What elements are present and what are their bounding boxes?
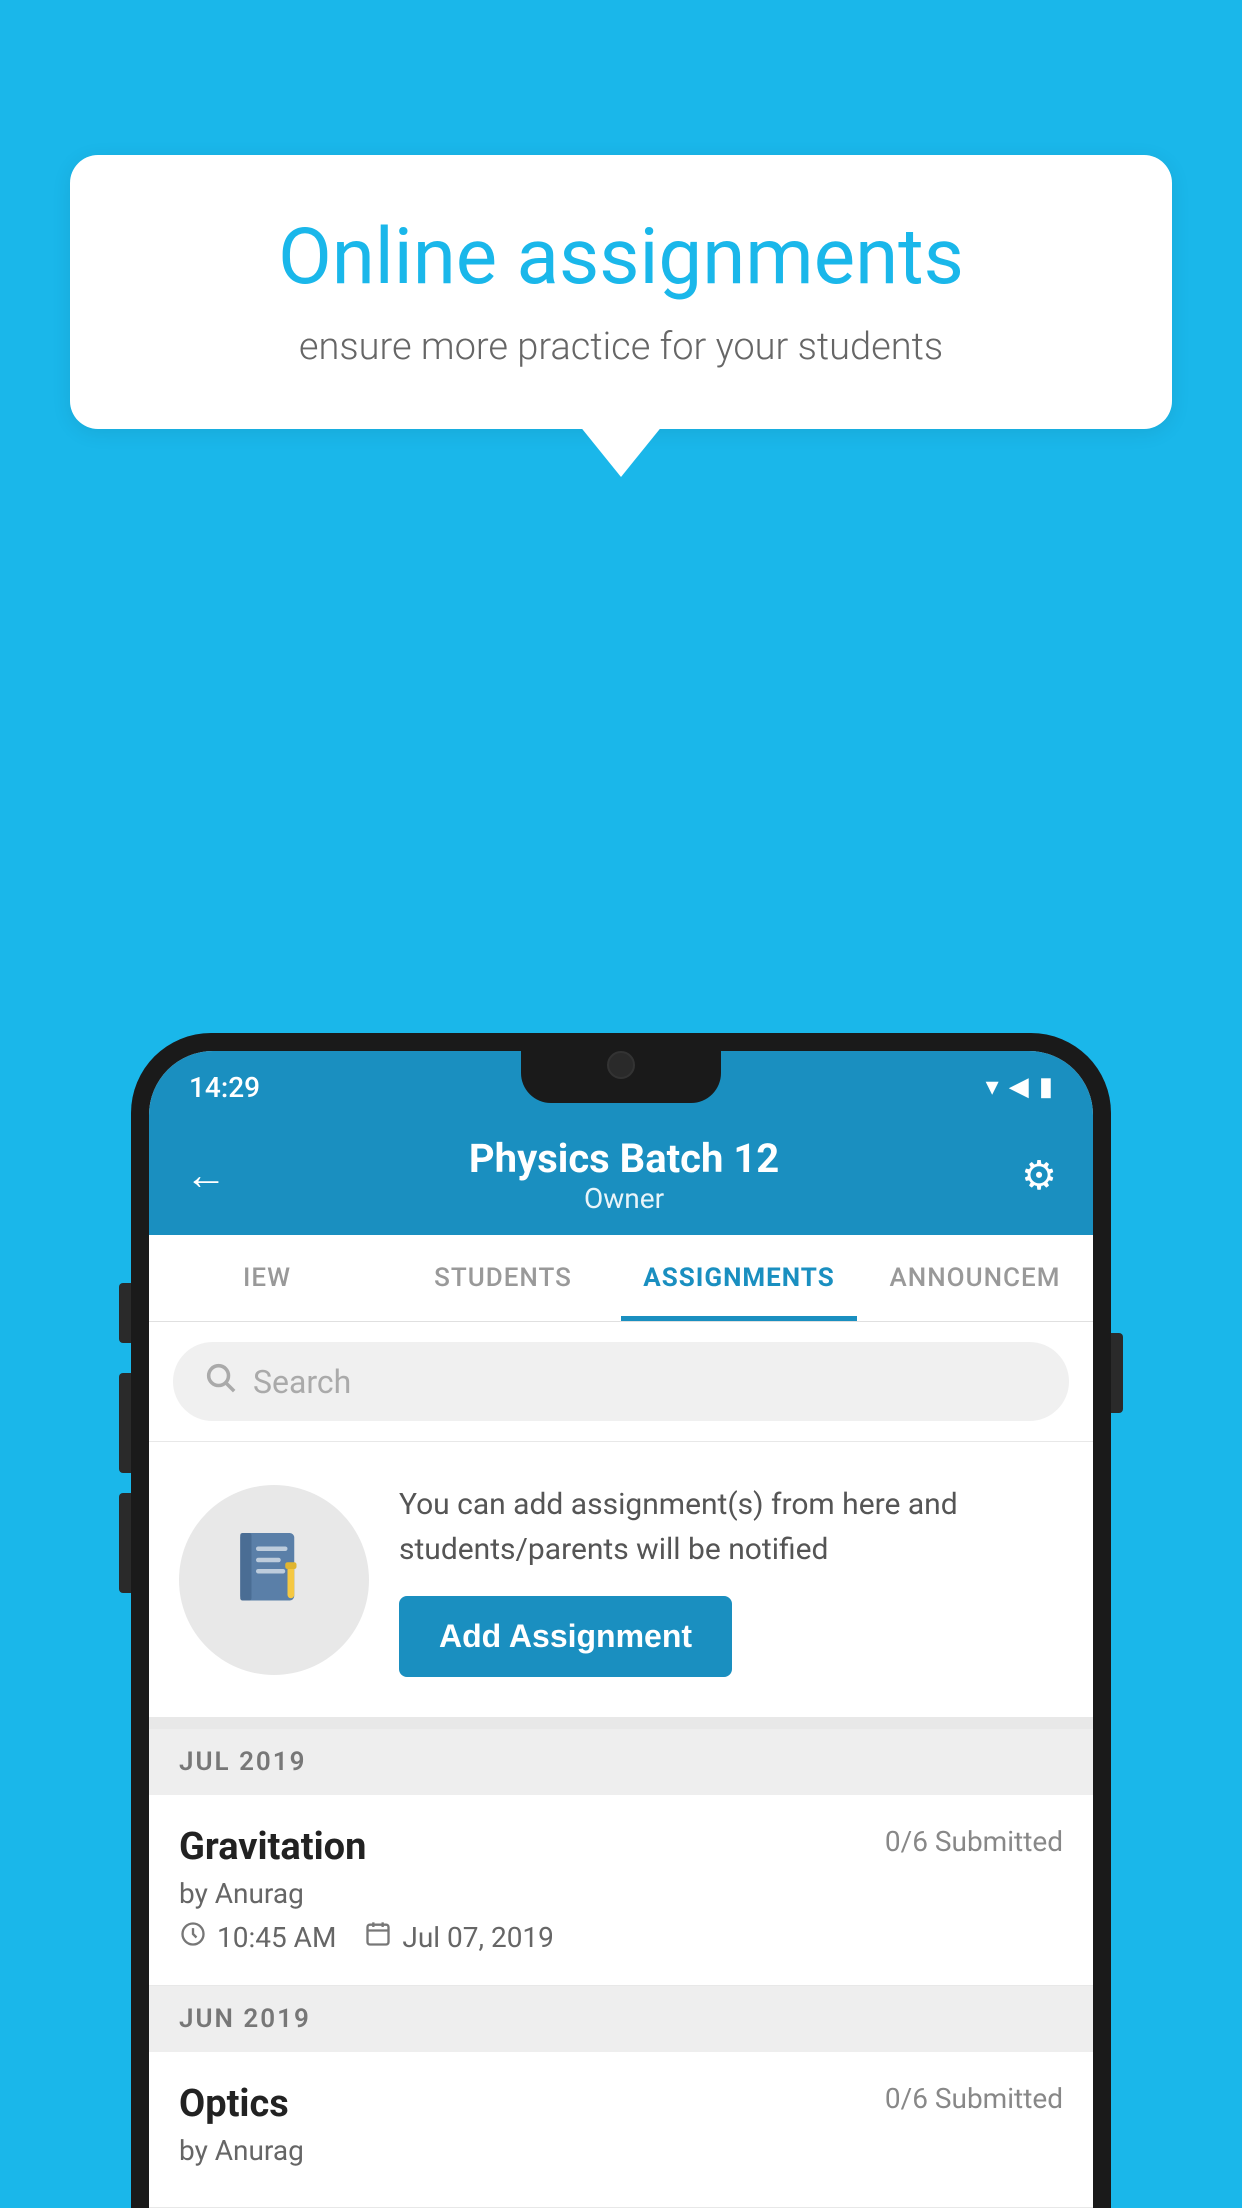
bubble-title: Online assignments [140, 215, 1102, 301]
assignment-icon-circle [179, 1485, 369, 1675]
optics-author: by Anurag [179, 2134, 1063, 2167]
wifi-icon: ▾ [986, 1072, 999, 1102]
settings-button[interactable]: ⚙ [1021, 1152, 1057, 1199]
speech-bubble: Online assignments ensure more practice … [70, 155, 1172, 429]
add-assignment-button[interactable]: Add Assignment [399, 1596, 732, 1677]
meta-date: Jul 07, 2019 [364, 1920, 554, 1955]
back-button[interactable]: ← [185, 1151, 227, 1200]
month-separator-jul: JUL 2019 [149, 1729, 1093, 1795]
tab-students[interactable]: STUDENTS [385, 1235, 621, 1321]
volume-up-button [119, 1283, 131, 1343]
clock-icon [179, 1920, 207, 1955]
phone-outer: 14:29 ▾ ◀ ▮ ← Physics Batch 12 Owner ⚙ [131, 1033, 1111, 2208]
phone-wrapper: 14:29 ▾ ◀ ▮ ← Physics Batch 12 Owner ⚙ [131, 1033, 1111, 2208]
optics-row-top: Optics 0/6 Submitted [179, 2082, 1063, 2126]
battery-icon: ▮ [1039, 1072, 1053, 1102]
speech-bubble-container: Online assignments ensure more practice … [70, 155, 1172, 429]
assignment-notebook-icon [229, 1524, 319, 1636]
add-assignment-section: You can add assignment(s) from here and … [149, 1442, 1093, 1729]
signal-icon: ◀ [1009, 1072, 1029, 1102]
assignment-date: Jul 07, 2019 [402, 1921, 554, 1954]
assignment-info: You can add assignment(s) from here and … [399, 1482, 1063, 1677]
assignment-item-gravitation[interactable]: Gravitation 0/6 Submitted by Anurag 10:4… [149, 1795, 1093, 1986]
search-icon [203, 1360, 237, 1403]
optics-submitted: 0/6 Submitted [885, 2082, 1063, 2115]
tab-assignments[interactable]: ASSIGNMENTS [621, 1235, 857, 1321]
assignment-info-text: You can add assignment(s) from here and … [399, 1482, 1063, 1572]
batch-title: Physics Batch 12 [469, 1135, 779, 1182]
optics-name: Optics [179, 2082, 289, 2126]
app-header: ← Physics Batch 12 Owner ⚙ [149, 1115, 1093, 1235]
header-center: Physics Batch 12 Owner [469, 1135, 779, 1215]
bubble-subtitle: ensure more practice for your students [140, 325, 1102, 369]
status-icons: ▾ ◀ ▮ [986, 1072, 1053, 1102]
assignment-submitted: 0/6 Submitted [885, 1825, 1063, 1858]
assignment-row-top: Gravitation 0/6 Submitted [179, 1825, 1063, 1869]
batch-subtitle: Owner [469, 1182, 779, 1215]
tab-view[interactable]: IEW [149, 1235, 385, 1321]
phone-screen: 14:29 ▾ ◀ ▮ ← Physics Batch 12 Owner ⚙ [149, 1051, 1093, 2208]
search-bar[interactable]: Search [173, 1342, 1069, 1421]
search-container: Search [149, 1322, 1093, 1442]
month-separator-jun: JUN 2019 [149, 1986, 1093, 2052]
tab-announcements[interactable]: ANNOUNCEM [857, 1235, 1093, 1321]
phone-camera [607, 1051, 635, 1079]
tabs-container: IEW STUDENTS ASSIGNMENTS ANNOUNCEM [149, 1235, 1093, 1322]
assignment-time: 10:45 AM [217, 1921, 336, 1954]
volume-down-button [119, 1373, 131, 1473]
silent-button [119, 1493, 131, 1593]
meta-time: 10:45 AM [179, 1920, 336, 1955]
calendar-icon [364, 1920, 392, 1955]
power-button [1111, 1333, 1123, 1413]
assignment-meta: 10:45 AM Jul 07, 2019 [179, 1920, 1063, 1955]
assignment-item-optics[interactable]: Optics 0/6 Submitted by Anurag [149, 2052, 1093, 2208]
assignment-name: Gravitation [179, 1825, 366, 1869]
assignment-author: by Anurag [179, 1877, 1063, 1910]
status-time: 14:29 [189, 1071, 260, 1104]
search-placeholder: Search [253, 1363, 351, 1401]
